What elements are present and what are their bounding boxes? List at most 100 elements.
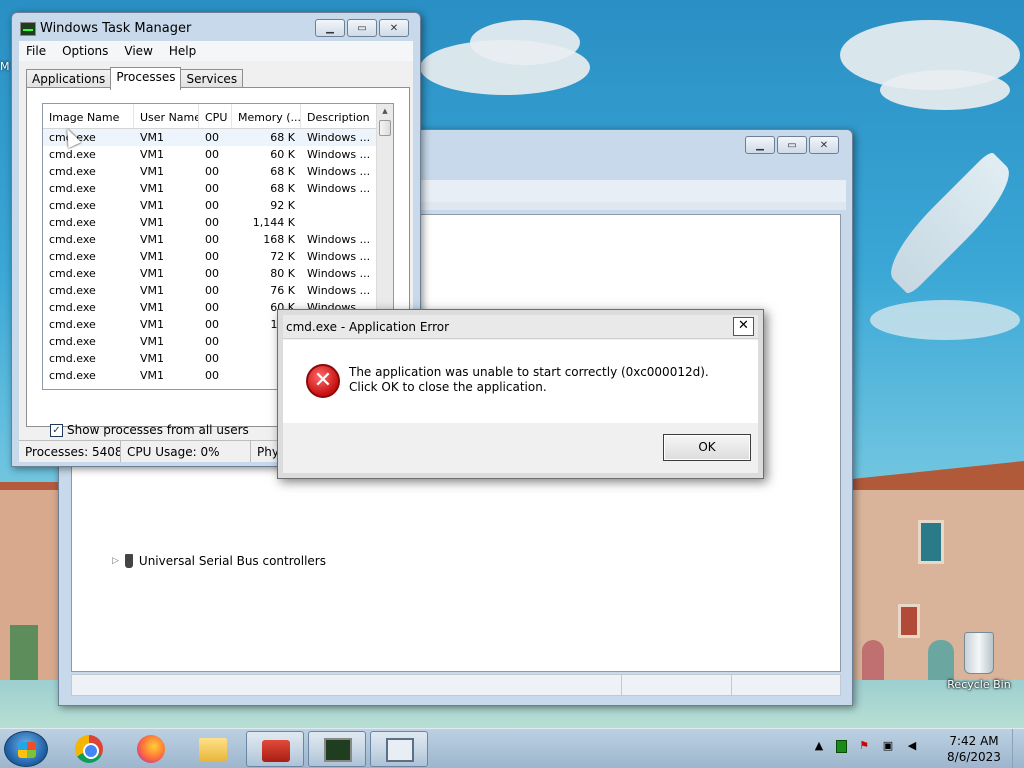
tab-applications[interactable]: Applications xyxy=(26,69,112,89)
cell-user-name: VM1 xyxy=(140,284,165,297)
recycle-bin-label: Recycle Bin xyxy=(947,678,1011,691)
window-title: Windows Task Manager xyxy=(40,21,192,36)
table-row[interactable]: cmd.exe VM1 00 68 K Windows ... xyxy=(43,180,393,197)
cell-user-name: VM1 xyxy=(140,301,165,314)
wallpaper-window xyxy=(898,604,920,638)
maximize-button[interactable]: ▭ xyxy=(347,19,377,37)
cloud xyxy=(470,20,580,65)
scroll-up-icon[interactable]: ▲ xyxy=(377,104,393,118)
cell-user-name: VM1 xyxy=(140,318,165,331)
cell-cpu: 00 xyxy=(205,148,219,161)
table-row[interactable]: cmd.exe VM1 00 76 K Windows ... xyxy=(43,282,393,299)
cell-description: Windows ... xyxy=(307,148,371,161)
menu-file[interactable]: File xyxy=(26,44,46,58)
cell-cpu: 00 xyxy=(205,301,219,314)
wallpaper-feather xyxy=(877,150,1023,296)
status-pane xyxy=(622,675,732,695)
column-header-memory[interactable]: Memory (... xyxy=(232,104,301,128)
cell-cpu: 00 xyxy=(205,284,219,297)
volume-muted-icon[interactable]: ◀ xyxy=(905,739,919,753)
show-all-label: Show processes from all users xyxy=(67,423,249,437)
close-button[interactable]: ✕ xyxy=(809,136,839,154)
column-header-image-name[interactable]: Image Name xyxy=(43,104,134,128)
menu-help[interactable]: Help xyxy=(169,44,196,58)
minimize-button[interactable]: ▁ xyxy=(315,19,345,37)
tab-services[interactable]: Services xyxy=(180,69,244,89)
cell-description: Windows ... xyxy=(307,267,371,280)
minimize-button[interactable]: ▁ xyxy=(745,136,775,154)
cell-image-name: cmd.exe xyxy=(49,369,96,382)
table-row[interactable]: cmd.exe VM1 00 80 K Windows ... xyxy=(43,265,393,282)
cell-user-name: VM1 xyxy=(140,131,165,144)
menu-options[interactable]: Options xyxy=(62,44,108,58)
status-bar xyxy=(71,674,841,696)
cloud xyxy=(880,70,1010,110)
table-row[interactable]: cmd.exe VM1 00 1,144 K xyxy=(43,214,393,231)
desktop-edge-label: M xyxy=(0,60,10,73)
show-hidden-icons-icon[interactable]: ▲ xyxy=(812,739,826,753)
cell-image-name: cmd.exe xyxy=(49,165,96,178)
cell-image-name: cmd.exe xyxy=(49,216,96,229)
device-manager-icon xyxy=(386,738,414,762)
cell-user-name: VM1 xyxy=(140,216,165,229)
cell-description: Windows ... xyxy=(307,182,371,195)
cell-image-name: cmd.exe xyxy=(49,233,96,246)
column-header-description[interactable]: Description xyxy=(301,104,377,128)
start-button[interactable] xyxy=(4,731,48,767)
table-row[interactable]: cmd.exe VM1 00 68 K Windows ... xyxy=(43,129,393,146)
clock[interactable]: 7:42 AM 8/6/2023 xyxy=(944,733,1004,765)
taskbar-explorer[interactable] xyxy=(184,731,242,767)
cell-cpu: 00 xyxy=(205,182,219,195)
cell-memory: 68 K xyxy=(270,131,295,144)
taskbar-chrome[interactable] xyxy=(60,731,118,767)
task-manager-tray-icon[interactable] xyxy=(836,739,847,753)
network-icon[interactable]: ▣ xyxy=(881,739,895,753)
taskbar-device-manager[interactable] xyxy=(370,731,428,767)
usb-plug-icon xyxy=(124,554,133,568)
cell-user-name: VM1 xyxy=(140,182,165,195)
taskbar-toolbox[interactable] xyxy=(246,731,304,767)
ok-button[interactable]: OK xyxy=(663,434,751,461)
menu-view[interactable]: View xyxy=(124,44,152,58)
error-message: The application was unable to start corr… xyxy=(349,365,709,394)
show-desktop-button[interactable] xyxy=(1012,729,1024,768)
table-row[interactable]: cmd.exe VM1 00 168 K Windows ... xyxy=(43,231,393,248)
expand-arrow-icon[interactable]: ▷ xyxy=(112,556,119,566)
status-pane xyxy=(72,675,622,695)
table-row[interactable]: cmd.exe VM1 00 60 K Windows ... xyxy=(43,146,393,163)
menu-bar: File Options View Help xyxy=(19,41,413,61)
cell-description: Windows ... xyxy=(307,284,371,297)
maximize-button[interactable]: ▭ xyxy=(777,136,807,154)
show-all-processes-option[interactable]: ✓ Show processes from all users xyxy=(50,423,249,437)
status-cpu-usage: CPU Usage: 0% xyxy=(121,441,251,462)
window-controls: ▁ ▭ ✕ xyxy=(745,136,839,154)
dialog-body: ✕ The application was unable to start co… xyxy=(283,340,758,423)
tree-item-usb[interactable]: ▷ Universal Serial Bus controllers xyxy=(112,554,326,568)
dialog-title: cmd.exe - Application Error xyxy=(286,320,450,334)
cell-memory: 92 K xyxy=(270,199,295,212)
cloud xyxy=(870,300,1020,340)
close-button[interactable]: ✕ xyxy=(379,19,409,37)
wallpaper-window xyxy=(918,520,944,564)
action-center-icon[interactable]: ⚑ xyxy=(857,739,871,753)
cell-user-name: VM1 xyxy=(140,267,165,280)
recycle-bin-shortcut[interactable]: Recycle Bin xyxy=(944,632,1014,691)
application-error-dialog[interactable]: cmd.exe - Application Error ✕ ✕ The appl… xyxy=(277,309,764,479)
recycle-bin-icon xyxy=(964,632,994,674)
show-all-checkbox[interactable]: ✓ xyxy=(50,423,63,437)
table-row[interactable]: cmd.exe VM1 00 68 K Windows ... xyxy=(43,163,393,180)
cell-user-name: VM1 xyxy=(140,233,165,246)
table-row[interactable]: cmd.exe VM1 00 72 K Windows ... xyxy=(43,248,393,265)
column-header-cpu[interactable]: CPU xyxy=(199,104,232,128)
cell-image-name: cmd.exe xyxy=(49,250,96,263)
column-header-user-name[interactable]: User Name xyxy=(134,104,199,128)
process-list-header: Image Name User Name CPU Memory (... Des… xyxy=(43,104,393,129)
close-icon[interactable]: ✕ xyxy=(733,317,754,336)
cell-user-name: VM1 xyxy=(140,199,165,212)
cell-description: Windows ... xyxy=(307,250,371,263)
table-row[interactable]: cmd.exe VM1 00 92 K xyxy=(43,197,393,214)
tab-processes[interactable]: Processes xyxy=(110,67,182,90)
taskbar-firefox[interactable] xyxy=(122,731,180,767)
scroll-thumb[interactable] xyxy=(379,120,391,136)
taskbar-task-manager[interactable] xyxy=(308,731,366,767)
